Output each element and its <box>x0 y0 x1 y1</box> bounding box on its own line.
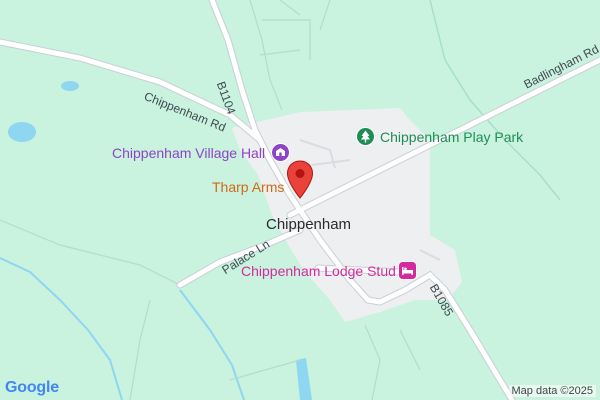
map-view[interactable]: Chippenham Rd B1104 Badlingham Rd Palace… <box>0 0 600 400</box>
map-pin-icon[interactable] <box>286 160 314 204</box>
tree-icon[interactable] <box>356 127 375 150</box>
google-logo: Google <box>5 379 59 397</box>
map-attribution: Map data ©2025 <box>508 385 596 397</box>
poi-label-play-park[interactable]: Chippenham Play Park <box>380 130 523 144</box>
poi-label-tharp-arms[interactable]: Tharp Arms <box>212 180 284 194</box>
pond <box>8 122 36 142</box>
poi-label-village-hall[interactable]: Chippenham Village Hall <box>112 146 265 160</box>
google-logo-text: Google <box>5 379 59 396</box>
bed-icon[interactable] <box>398 261 417 284</box>
place-label: Chippenham <box>266 216 352 233</box>
poi-label-lodge-stud[interactable]: Chippenham Lodge Stud <box>241 264 396 278</box>
pond-small <box>61 81 79 91</box>
